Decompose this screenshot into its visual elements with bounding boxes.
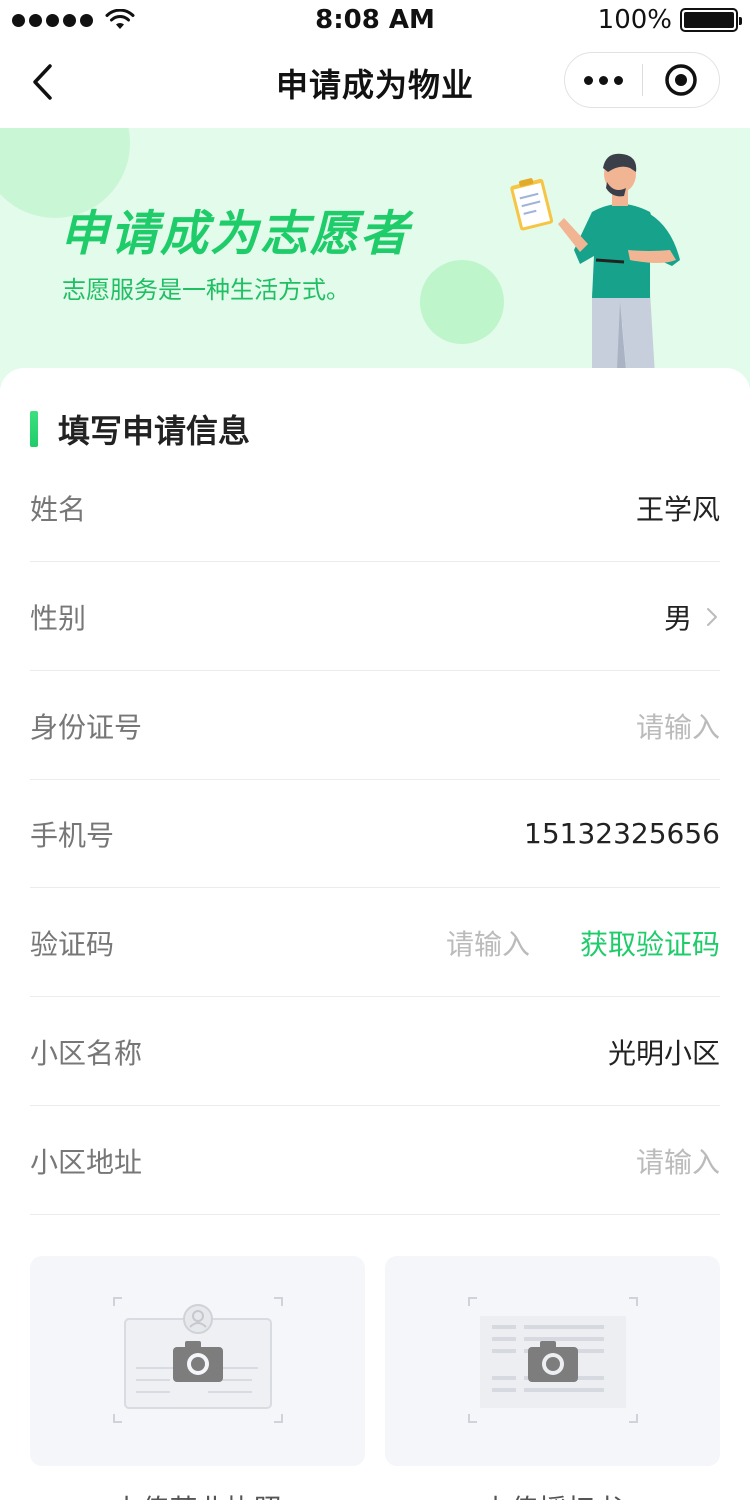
signal-dot-icon bbox=[46, 13, 59, 27]
community-name-label: 小区名称 bbox=[30, 1036, 143, 1070]
application-form: 填写申请信息 姓名 王学风 性别 男 身份证号 请输入 手机号 15132325… bbox=[0, 368, 750, 1500]
community-name-row[interactable]: 小区名称 光明小区 bbox=[30, 998, 720, 1106]
community-address-label: 小区地址 bbox=[30, 1145, 143, 1179]
signal-strength bbox=[12, 9, 135, 31]
name-label: 姓名 bbox=[30, 492, 87, 526]
signal-dot-icon bbox=[29, 13, 42, 27]
chevron-right-icon bbox=[707, 607, 717, 626]
camera-icon bbox=[528, 1341, 578, 1382]
target-circle-icon bbox=[665, 64, 697, 96]
name-row[interactable]: 姓名 王学风 bbox=[30, 454, 720, 562]
authorization-placeholder bbox=[468, 1297, 638, 1423]
signal-dot-icon bbox=[63, 13, 76, 27]
section-header: 填写申请信息 bbox=[30, 406, 250, 452]
community-address-row[interactable]: 小区地址 请输入 bbox=[30, 1107, 720, 1215]
community-address-field[interactable]: 请输入 bbox=[636, 1141, 720, 1181]
gender-label: 性别 bbox=[30, 601, 87, 635]
id-number-row[interactable]: 身份证号 请输入 bbox=[30, 672, 720, 780]
battery-icon bbox=[680, 8, 742, 32]
gender-picker[interactable]: 男 bbox=[664, 597, 720, 637]
close-mini-program-button[interactable] bbox=[643, 52, 720, 108]
gender-value: 男 bbox=[663, 601, 692, 635]
business-license-upload[interactable] bbox=[30, 1256, 365, 1466]
phone-row[interactable]: 手机号 15132325656 bbox=[30, 780, 720, 888]
status-bar: 8:08 AM 100% bbox=[0, 0, 750, 40]
battery-percent: 100% bbox=[597, 5, 672, 35]
authorization-caption: 上传授权书 bbox=[385, 1488, 720, 1500]
camera-icon bbox=[173, 1341, 223, 1382]
wifi-icon bbox=[105, 9, 135, 29]
phone-field[interactable]: 15132325656 bbox=[524, 817, 720, 850]
more-button[interactable] bbox=[565, 52, 642, 108]
more-dots-icon bbox=[583, 75, 593, 85]
hero-banner: 申请成为志愿者 志愿服务是一种生活方式。 bbox=[0, 128, 750, 388]
decor-circle bbox=[420, 260, 504, 344]
verify-code-label: 验证码 bbox=[30, 927, 115, 961]
more-dots-icon bbox=[613, 75, 623, 85]
section-accent-bar bbox=[30, 411, 38, 447]
verify-code-row[interactable]: 验证码 请输入 获取验证码 bbox=[30, 889, 720, 997]
banner-title: 申请成为志愿者 bbox=[60, 206, 411, 262]
phone-label: 手机号 bbox=[30, 818, 115, 852]
id-number-label: 身份证号 bbox=[30, 710, 143, 744]
mini-program-capsule bbox=[564, 52, 720, 108]
community-name-field[interactable]: 光明小区 bbox=[608, 1032, 720, 1072]
verify-code-field[interactable]: 请输入 bbox=[446, 923, 530, 963]
signal-dot-icon bbox=[12, 13, 25, 27]
business-license-caption: 上传营业执照 bbox=[30, 1488, 365, 1500]
name-field[interactable]: 王学风 bbox=[636, 488, 720, 528]
id-number-field[interactable]: 请输入 bbox=[636, 706, 720, 746]
nav-bar: 申请成为物业 bbox=[0, 40, 750, 128]
more-dots-icon bbox=[598, 75, 608, 85]
gender-row[interactable]: 性别 男 bbox=[30, 563, 720, 671]
business-license-placeholder bbox=[113, 1297, 283, 1423]
banner-subtitle: 志愿服务是一种生活方式。 bbox=[62, 276, 350, 304]
section-title: 填写申请信息 bbox=[58, 412, 251, 450]
signal-dot-icon bbox=[80, 13, 93, 27]
volunteer-illustration bbox=[510, 153, 680, 388]
get-code-button[interactable]: 获取验证码 bbox=[580, 923, 720, 963]
authorization-upload[interactable] bbox=[385, 1256, 720, 1466]
